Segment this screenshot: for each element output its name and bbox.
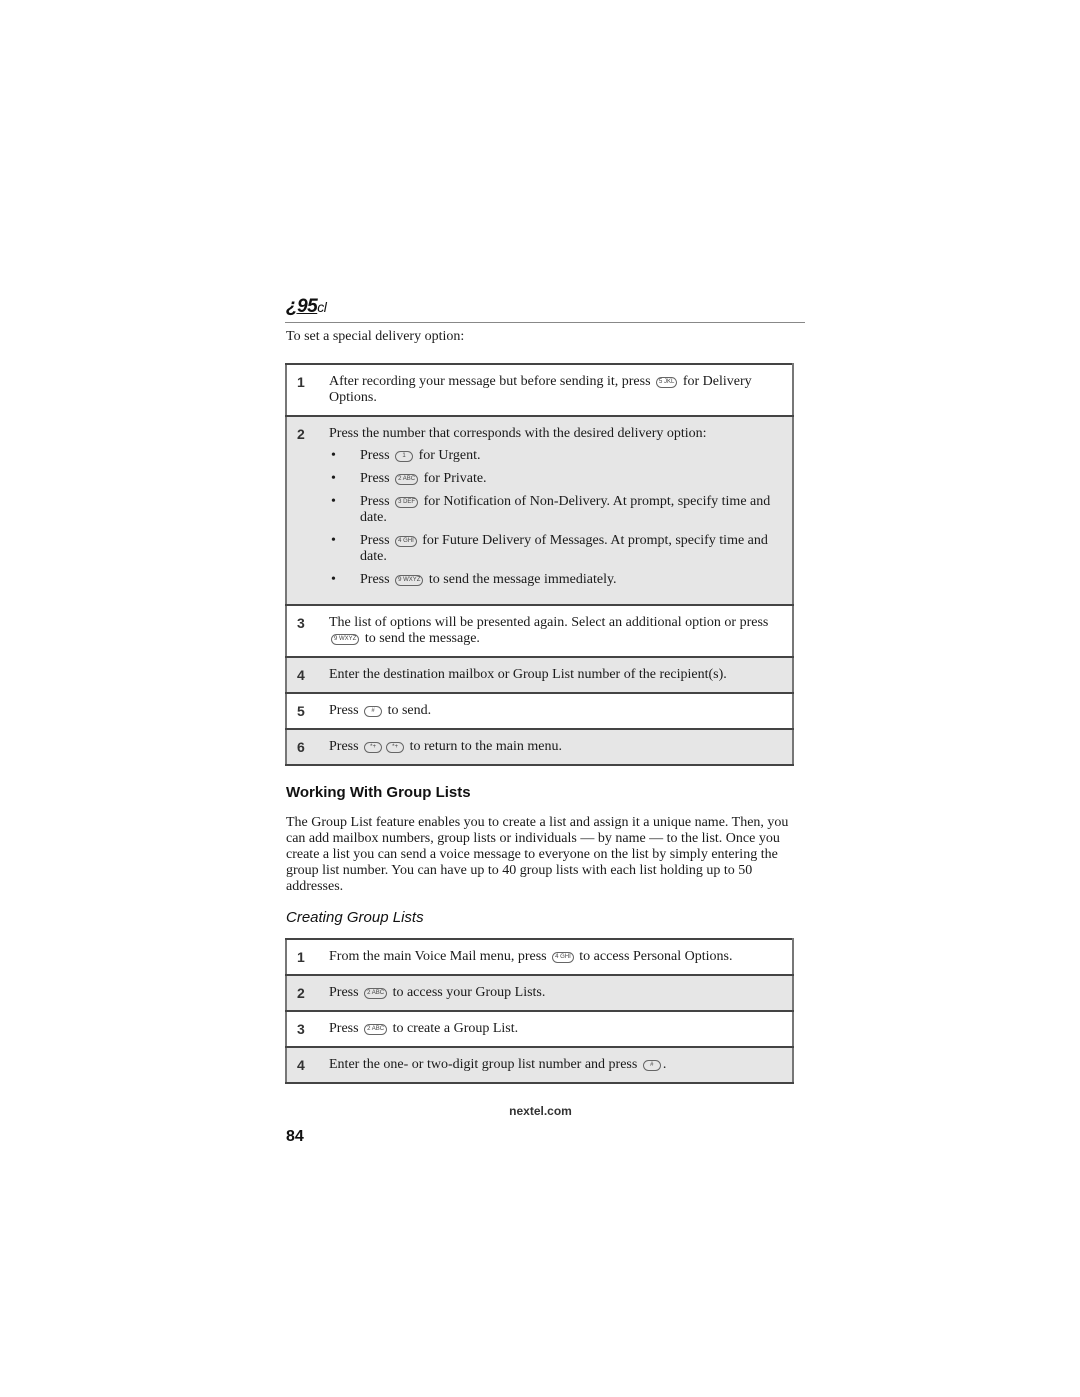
step-row: 5 Press # to send. <box>285 692 794 730</box>
step-number: 5 <box>285 692 327 730</box>
step-row: 1 After recording your message but befor… <box>285 363 794 417</box>
keypad-4-icon: 4 GHI <box>552 952 574 963</box>
bullet-text-before: Press <box>360 572 394 587</box>
keypad-9-icon: 9 WXYZ <box>395 575 424 586</box>
step-text-after: to access your Group Lists. <box>389 985 546 1000</box>
step-number: 4 <box>285 1046 327 1084</box>
step-number: 3 <box>285 604 327 658</box>
keypad-star-icon: *+ <box>386 742 405 753</box>
keypad-2-icon: 2 ABC <box>395 474 419 485</box>
step-text: From the main Voice Mail menu, press 4 G… <box>327 938 794 976</box>
keypad-2-icon: 2 ABC <box>364 988 388 999</box>
bullet-text-before: Press <box>360 448 394 463</box>
subsection-title: Creating Group Lists <box>286 909 424 926</box>
bullet-text-after: for Notification of Non-Delivery. At pro… <box>360 494 771 525</box>
step-text-after: to access Personal Options. <box>575 949 733 964</box>
section-body: The Group List feature enables you to cr… <box>286 815 789 894</box>
list-item: Press 2 ABC for Private. <box>329 471 780 487</box>
step-text-after: . <box>662 1057 667 1072</box>
step-text: The list of options will be presented ag… <box>327 604 794 658</box>
step-text-main: Press the number that corresponds with t… <box>329 426 707 441</box>
bullet-text-after: to send the message immediately. <box>425 572 617 587</box>
delivery-options-list: Press 1 for Urgent. Press 2 ABC for Priv… <box>329 448 780 588</box>
step-number: 6 <box>285 728 327 766</box>
keypad-3-icon: 3 DEF <box>395 497 419 508</box>
logo-suffix: cl <box>317 299 327 315</box>
step-text-after: to send the message. <box>361 631 480 646</box>
step-number: 4 <box>285 656 327 694</box>
bullet-text-after: for Future Delivery of Messages. At prom… <box>360 533 768 564</box>
step-text: Press the number that corresponds with t… <box>327 415 794 606</box>
step-row: 4 Enter the one- or two-digit group list… <box>285 1046 794 1084</box>
step-number: 2 <box>285 415 327 606</box>
step-text-before: After recording your message but before … <box>329 374 655 389</box>
step-text: Press # to send. <box>327 692 794 730</box>
step-row: 3 Press 2 ABC to create a Group List. <box>285 1010 794 1048</box>
intro-text: To set a special delivery option: <box>286 329 465 344</box>
keypad-2-icon: 2 ABC <box>364 1024 388 1035</box>
group-steps-table: 1 From the main Voice Mail menu, press 4… <box>285 938 794 1084</box>
step-row: 1 From the main Voice Mail menu, press 4… <box>285 938 794 976</box>
step-text: Enter the destination mailbox or Group L… <box>327 656 794 694</box>
step-number: 2 <box>285 974 327 1012</box>
step-row: 3 The list of options will be presented … <box>285 604 794 658</box>
bullet-text-after: for Urgent. <box>415 448 481 463</box>
list-item: Press 9 WXYZ to send the message immedia… <box>329 572 780 588</box>
keypad-9-icon: 9 WXYZ <box>331 634 360 645</box>
step-text-before: Press <box>329 739 363 754</box>
section-title: Working With Group Lists <box>286 784 471 801</box>
step-text-after: to return to the main menu. <box>406 739 562 754</box>
step-text-before: Press <box>329 985 363 1000</box>
logo-model: ¿95 <box>286 296 318 317</box>
step-text: Enter the one- or two-digit group list n… <box>327 1046 794 1084</box>
step-text-after: to create a Group List. <box>389 1021 519 1036</box>
manual-page: ¿95cl To set a special delivery option: … <box>285 296 806 1146</box>
footer-url: nextel.com <box>509 1104 572 1118</box>
step-number: 1 <box>285 363 327 417</box>
keypad-4-icon: 4 GHI <box>395 536 417 547</box>
step-text: Press 2 ABC to access your Group Lists. <box>327 974 794 1012</box>
step-text-before: Press <box>329 1021 363 1036</box>
keypad-5-icon: 5 JKL <box>656 377 678 388</box>
keypad-star-icon: *+ <box>364 742 383 753</box>
header-rule <box>285 322 805 323</box>
step-text: After recording your message but before … <box>327 363 794 417</box>
bullet-text-before: Press <box>360 471 394 486</box>
logo-prefix: ¿ <box>286 296 298 317</box>
list-item: Press 4 GHI for Future Delivery of Messa… <box>329 533 780 565</box>
step-row: 2 Press the number that corresponds with… <box>285 415 794 606</box>
step-number: 3 <box>285 1010 327 1048</box>
list-item: Press 3 DEF for Notification of Non-Deli… <box>329 494 780 526</box>
logo-model-number: 95 <box>297 296 318 317</box>
step-text: Press 2 ABC to create a Group List. <box>327 1010 794 1048</box>
step-text-before: From the main Voice Mail menu, press <box>329 949 551 964</box>
step-text-after: to send. <box>384 703 432 718</box>
list-item: Press 1 for Urgent. <box>329 448 780 464</box>
step-text-before: Press <box>329 703 363 718</box>
product-logo: ¿95cl <box>286 296 806 320</box>
step-row: 2 Press 2 ABC to access your Group Lists… <box>285 974 794 1012</box>
bullet-text-before: Press <box>360 533 394 548</box>
keypad-1-icon: 1 <box>395 451 414 462</box>
bullet-text-after: for Private. <box>420 471 487 486</box>
step-text-before: Enter the one- or two-digit group list n… <box>329 1057 641 1072</box>
bullet-text-before: Press <box>360 494 394 509</box>
delivery-steps-table: 1 After recording your message but befor… <box>285 363 794 766</box>
keypad-pound-icon: # <box>642 1060 661 1071</box>
step-number: 1 <box>285 938 327 976</box>
step-text: Press *+ *+ to return to the main menu. <box>327 728 794 766</box>
keypad-pound-icon: # <box>364 706 383 717</box>
step-row: 4 Enter the destination mailbox or Group… <box>285 656 794 694</box>
step-text-before: The list of options will be presented ag… <box>329 615 769 630</box>
step-row: 6 Press *+ *+ to return to the main menu. <box>285 728 794 766</box>
page-number: 84 <box>286 1128 304 1145</box>
